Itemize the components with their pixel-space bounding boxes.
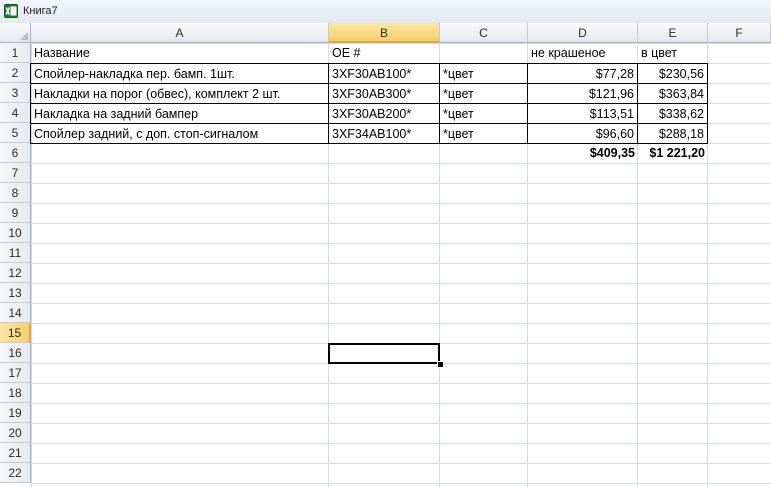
row-header[interactable]: 12 [0, 263, 31, 283]
cell-a3[interactable]: Накладки на порог (обвес), комплект 2 шт… [30, 83, 329, 104]
cell-a4[interactable]: Накладка на задний бампер [30, 103, 329, 124]
column-header-b[interactable]: B [329, 23, 440, 43]
row-header[interactable]: 21 [0, 443, 31, 463]
row-header[interactable]: 4 [0, 103, 31, 123]
row-header[interactable]: 5 [0, 123, 31, 143]
workbook-title: Книга7 [23, 5, 58, 17]
active-cell-b15[interactable] [328, 343, 440, 364]
cell-c4[interactable]: *цвет [439, 103, 528, 124]
workbook-title-bar: Книга7 [0, 0, 771, 24]
row-header[interactable]: 2 [0, 63, 31, 83]
cell-b4[interactable]: 3XF30AB200* [328, 103, 440, 124]
column-header-d[interactable]: D [528, 23, 638, 43]
cell-d4[interactable]: $113,51 [527, 103, 638, 124]
row-header[interactable]: 22 [0, 463, 31, 483]
column-header-a[interactable]: A [31, 23, 329, 43]
cell-e2[interactable]: $230,56 [637, 63, 708, 84]
select-all-corner[interactable] [0, 23, 31, 43]
cell-b3[interactable]: 3XF30AB300* [328, 83, 440, 104]
cell-b2[interactable]: 3XF30AB100* [328, 63, 440, 84]
row-header-selected[interactable]: 15 [0, 323, 31, 343]
cell-e3[interactable]: $363,84 [637, 83, 708, 104]
cell-e6-total[interactable]: $1 221,20 [638, 143, 708, 163]
cell-b1-oe-header[interactable]: OE # [329, 43, 440, 63]
cell-a2[interactable]: Спойлер-накладка пер. бамп. 1шт. [30, 63, 329, 84]
cell-d3[interactable]: $121,96 [527, 83, 638, 104]
row-header[interactable]: 9 [0, 203, 31, 223]
row-header[interactable]: 20 [0, 423, 31, 443]
row-header[interactable]: 3 [0, 83, 31, 103]
cell-d2[interactable]: $77,28 [527, 63, 638, 84]
column-header-c[interactable]: C [440, 23, 528, 43]
row-header[interactable]: 13 [0, 283, 31, 303]
row-header[interactable]: 11 [0, 243, 31, 263]
row-header[interactable]: 1 [0, 43, 31, 63]
cell-a5[interactable]: Спойлер задний, с доп. стоп-сигналом [30, 123, 329, 144]
cell-c2[interactable]: *цвет [439, 63, 528, 84]
cell-d5[interactable]: $96,60 [527, 123, 638, 144]
row-header[interactable]: 19 [0, 403, 31, 423]
cell-e4[interactable]: $338,62 [637, 103, 708, 124]
spreadsheet-grid[interactable]: A B C D E F 1 2 3 4 5 6 7 8 9 10 11 12 1… [0, 23, 771, 487]
cell-e1-painted-header[interactable]: в цвет [638, 43, 708, 63]
cell-a1-name-header[interactable]: Название [31, 43, 329, 63]
row-header[interactable]: 16 [0, 343, 31, 363]
row-header[interactable]: 10 [0, 223, 31, 243]
row-header[interactable]: 14 [0, 303, 31, 323]
cell-b5[interactable]: 3XF34AB100* [328, 123, 440, 144]
row-header[interactable]: 17 [0, 363, 31, 383]
row-header[interactable]: 18 [0, 383, 31, 403]
row-header[interactable]: 6 [0, 143, 31, 163]
cell-c3[interactable]: *цвет [439, 83, 528, 104]
column-header-f[interactable]: F [708, 23, 771, 43]
cell-d1-unpainted-header[interactable]: не крашеное [528, 43, 638, 63]
cell-d6-total[interactable]: $409,35 [528, 143, 638, 163]
excel-icon [4, 4, 18, 18]
row-header[interactable]: 7 [0, 163, 31, 183]
column-header-e[interactable]: E [638, 23, 708, 43]
cell-e5[interactable]: $288,18 [637, 123, 708, 144]
fill-handle[interactable] [437, 361, 444, 368]
row-header[interactable]: 8 [0, 183, 31, 203]
cell-c5[interactable]: *цвет [439, 123, 528, 144]
